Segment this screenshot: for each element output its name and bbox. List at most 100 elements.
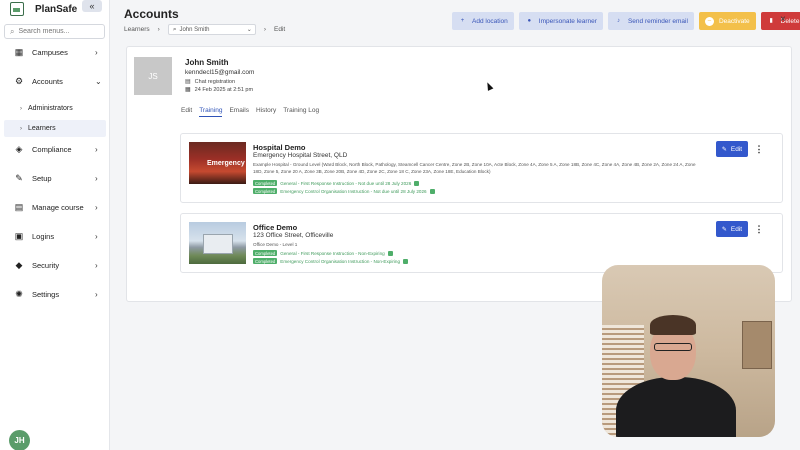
training-line: Completed Emergency Control Organisation…	[253, 188, 435, 194]
sidebar-subitem-learners[interactable]: › Learners	[4, 120, 106, 137]
menu-search-input[interactable]	[18, 28, 99, 35]
more-options-icon[interactable]: ⋮	[753, 221, 765, 237]
sidebar-item-label: Manage course	[32, 202, 84, 212]
button-label: Deactivate	[718, 17, 750, 25]
search-icon: ⌕	[172, 25, 177, 33]
tab-emails[interactable]: Emails	[229, 107, 249, 117]
tab-edit[interactable]: Edit	[181, 107, 192, 117]
button-label: Edit	[730, 145, 743, 153]
presenter-torso	[616, 377, 736, 437]
sidebar-item-setup[interactable]: ✎ Setup ›	[0, 170, 110, 186]
chevron-down-icon: ⌄	[246, 27, 252, 33]
impersonate-learner-button[interactable]: ● Impersonate learner	[518, 12, 603, 30]
certificate-icon[interactable]	[403, 258, 409, 264]
learner-name: John Smith	[185, 58, 229, 67]
users-cog-icon: ⚙	[14, 76, 24, 86]
sidebar-item-security[interactable]: ◆ Security ›	[0, 257, 110, 273]
send-reminder-email-button[interactable]: ♪ Send reminder email	[607, 12, 694, 30]
webcam-overlay	[602, 265, 775, 437]
header-actions: + Add location ● Impersonate learner ♪ S…	[452, 12, 800, 30]
pencil-icon: ✎	[721, 226, 727, 233]
book-icon: ▤	[14, 202, 24, 212]
training-text[interactable]: Emergency Control Organisation Instructi…	[280, 259, 400, 264]
search-icon: ⌕	[10, 26, 15, 36]
close-icon[interactable]: ×	[780, 14, 786, 25]
office-image	[189, 222, 246, 264]
sidebar-item-compliance[interactable]: ◈ Compliance ›	[0, 141, 110, 157]
bullet-icon: ›	[20, 125, 22, 132]
learner-avatar: JS	[134, 57, 172, 95]
button-label: Send reminder email	[627, 17, 688, 25]
sidebar-subitem-label: Learners	[28, 125, 56, 132]
sidebar-item-logins[interactable]: ▣ Logins ›	[0, 228, 110, 244]
plus-icon: +	[460, 17, 465, 24]
certificate-icon[interactable]	[387, 250, 393, 256]
sidebar: PlanSafe « ⌕ ▦ Campuses › ⚙ Accounts ⌄ ›…	[0, 0, 110, 450]
certificate-icon[interactable]	[414, 180, 420, 186]
learner-select[interactable]: ⌕ John Smith ⌄	[167, 24, 256, 35]
location-card-hospital: Emergency Hospital Demo Emergency Hospit…	[180, 133, 783, 203]
button-label: Add location	[472, 17, 508, 25]
add-location-button[interactable]: + Add location	[452, 12, 514, 30]
breadcrumb-current: Edit	[274, 26, 286, 33]
location-title: Hospital Demo	[253, 143, 306, 152]
date-text: 24 Feb 2025 at 2:51 pm	[194, 86, 254, 93]
location-description: Office Demo - Level 1	[253, 242, 298, 247]
sidebar-item-manage-course[interactable]: ▤ Manage course ›	[0, 199, 110, 215]
learner-tabs: Edit Training Emails History Training Lo…	[181, 107, 319, 117]
deactivate-button[interactable]: – Deactivate	[698, 12, 756, 30]
sidebar-subitem-administrators[interactable]: › Administrators	[4, 100, 106, 117]
building-icon: ▦	[14, 47, 24, 57]
tab-history[interactable]: History	[256, 107, 276, 117]
learner-registration: ▤ Chat registration	[185, 78, 236, 86]
chevron-right-icon: ›	[95, 173, 98, 183]
location-address: 123 Office Street, Officeville	[253, 232, 334, 239]
building-illustration	[203, 234, 233, 254]
collapse-sidebar-button[interactable]: «	[82, 0, 102, 12]
sidebar-item-accounts[interactable]: ⚙ Accounts ⌄	[0, 73, 110, 89]
chevron-right-icon: ›	[95, 231, 98, 241]
sidebar-item-settings[interactable]: ✺ Settings ›	[0, 286, 110, 302]
tab-training-log[interactable]: Training Log	[283, 107, 319, 117]
edit-location-button[interactable]: ✎ Edit	[716, 141, 748, 157]
shield-check-icon: ◈	[15, 144, 23, 154]
chevron-right-icon: ›	[95, 289, 98, 299]
bullet-icon: ›	[20, 105, 22, 112]
edit-location-button[interactable]: ✎ Edit	[716, 221, 748, 237]
lock-icon: ▣	[14, 231, 24, 241]
menu-search[interactable]: ⌕	[4, 24, 105, 39]
location-address: Emergency Hospital Street, QLD	[253, 152, 348, 159]
shield-icon: ◆	[15, 260, 23, 270]
trash-icon: ▮	[769, 17, 773, 24]
training-text[interactable]: Emergency Control Organisation Instructi…	[280, 189, 426, 194]
sidebar-item-campuses[interactable]: ▦ Campuses ›	[0, 44, 110, 60]
sidebar-item-label: Setup	[32, 173, 52, 183]
button-label: Edit	[730, 225, 743, 233]
certificate-icon[interactable]	[429, 188, 435, 194]
sidebar-subitem-label: Administrators	[28, 105, 73, 112]
button-label: Impersonate learner	[538, 17, 597, 25]
wrench-icon: ✎	[15, 173, 23, 183]
minus-circle-icon: –	[704, 16, 714, 26]
tab-training[interactable]: Training	[199, 107, 223, 117]
training-text[interactable]: General - First Response Instruction - N…	[280, 181, 411, 186]
sidebar-item-label: Security	[32, 260, 60, 270]
chevron-right-icon: ›	[95, 260, 98, 270]
location-description: Example Hospital - Ground Level (Ward Bl…	[253, 162, 696, 174]
learner-email: kenndecl15@gmail.com	[185, 69, 255, 76]
chevron-right-icon: ›	[95, 47, 98, 57]
hospital-sign: Emergency	[207, 160, 245, 167]
user-avatar[interactable]: JH	[9, 430, 30, 450]
more-options-icon[interactable]: ⋮	[753, 141, 765, 157]
breadcrumb-separator-icon: ›	[263, 26, 266, 33]
status-badge: Completed	[253, 180, 278, 186]
status-badge: Completed	[253, 188, 278, 194]
registration-text: Chat registration	[194, 78, 236, 85]
bell-icon: ♪	[616, 17, 620, 24]
breadcrumb-learners-link[interactable]: Learners	[124, 26, 150, 33]
wall-frame	[742, 321, 772, 369]
brand-name: PlanSafe	[35, 3, 78, 15]
status-badge: Completed	[253, 258, 278, 264]
training-text[interactable]: General - First Response Instruction - N…	[280, 251, 384, 256]
sidebar-item-label: Campuses	[32, 47, 68, 57]
